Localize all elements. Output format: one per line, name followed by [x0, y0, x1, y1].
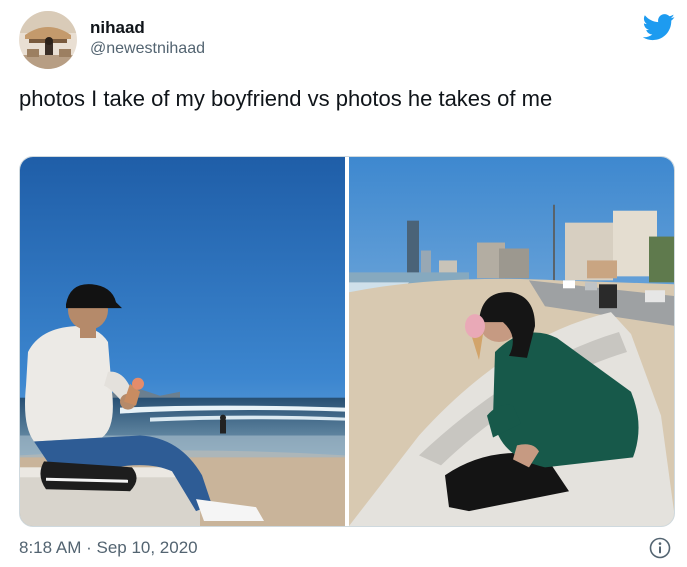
author-avatar[interactable]: [19, 11, 77, 69]
twitter-bird-icon[interactable]: [642, 11, 675, 43]
photo-boyfriend-at-beach[interactable]: [20, 157, 345, 526]
tweet-text: photos I take of my boyfriend vs photos …: [19, 86, 553, 111]
photo-girlfriend-eating-ice-cream[interactable]: [349, 157, 674, 526]
tweet-media[interactable]: [19, 156, 675, 527]
author-name[interactable]: nihaad: [90, 18, 145, 38]
author-handle[interactable]: @newestnihaad: [90, 40, 205, 58]
info-icon[interactable]: [649, 537, 671, 559]
tweet-timestamp[interactable]: 8:18 AM · Sep 10, 2020: [19, 538, 198, 558]
